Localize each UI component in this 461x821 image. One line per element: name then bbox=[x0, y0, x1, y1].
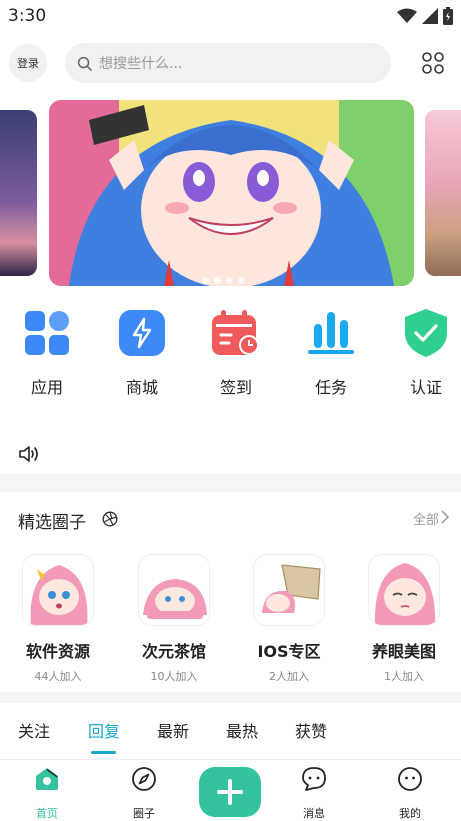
quick-action-label: 商城 bbox=[125, 378, 158, 397]
wifi-icon bbox=[397, 8, 417, 23]
shield-check-icon bbox=[405, 309, 447, 357]
chat-icon bbox=[302, 767, 326, 791]
featured-circles: 精选圈子 全部 软件资源 44人加入 次元茶馆 10人加入 IOS专区 2人加入… bbox=[0, 492, 461, 692]
create-post-button[interactable] bbox=[199, 767, 261, 817]
nav-label: 首页 bbox=[36, 807, 58, 820]
quick-action-store[interactable]: 商城 bbox=[107, 308, 177, 398]
carousel-dot bbox=[226, 277, 233, 284]
quick-action-apps[interactable]: 应用 bbox=[12, 308, 82, 398]
section-title: 精选圈子 bbox=[18, 513, 86, 533]
circle-name: 次元茶馆 bbox=[141, 642, 206, 661]
nav-home[interactable]: 首页 bbox=[17, 766, 77, 821]
status-bar: 3:30 bbox=[0, 0, 461, 32]
nav-messages[interactable]: 消息 bbox=[284, 766, 344, 821]
see-all-link[interactable]: 全部 bbox=[413, 509, 439, 528]
search-placeholder: 想搜些什么... bbox=[99, 56, 183, 72]
signal-icon bbox=[422, 8, 438, 24]
circle-member-count: 10人加入 bbox=[150, 670, 198, 683]
nav-circles[interactable]: 圈子 bbox=[114, 766, 174, 821]
circle-member-count: 44人加入 bbox=[34, 670, 82, 683]
quick-action-label: 签到 bbox=[219, 378, 252, 397]
compass-icon bbox=[132, 767, 156, 791]
home-icon bbox=[36, 768, 58, 790]
nav-label: 圈子 bbox=[133, 807, 155, 820]
quick-action-verify[interactable]: 认证 bbox=[391, 308, 461, 398]
carousel-dot-active bbox=[214, 277, 221, 284]
quick-action-checkin[interactable]: 签到 bbox=[201, 308, 271, 398]
active-tab-indicator bbox=[91, 751, 116, 754]
aperture-icon bbox=[102, 511, 118, 527]
nav-label: 消息 bbox=[303, 807, 325, 820]
circle-name: 软件资源 bbox=[25, 642, 90, 661]
circle-card[interactable]: IOS专区 2人加入 bbox=[244, 554, 334, 684]
top-bar: 登录 想搜些什么... bbox=[0, 32, 461, 94]
quick-action-tasks[interactable]: 任务 bbox=[296, 308, 366, 398]
circle-name: IOS专区 bbox=[257, 642, 321, 661]
search-icon bbox=[77, 56, 92, 71]
banner-image[interactable] bbox=[49, 100, 414, 286]
tab-following[interactable]: 关注 bbox=[18, 718, 50, 742]
battery-icon bbox=[443, 7, 453, 25]
lightning-icon bbox=[119, 310, 165, 356]
quick-actions: 应用 商城 签到 任务 认证 bbox=[0, 294, 461, 474]
circle-card[interactable]: 软件资源 44人加入 bbox=[13, 554, 103, 684]
carousel-dot bbox=[202, 277, 209, 284]
quick-action-label: 应用 bbox=[30, 378, 63, 397]
nav-profile[interactable]: 我的 bbox=[380, 766, 440, 821]
speaker-icon[interactable] bbox=[18, 444, 40, 464]
circle-member-count: 2人加入 bbox=[269, 670, 309, 683]
tab-liked[interactable]: 获赞 bbox=[295, 718, 327, 742]
profile-icon bbox=[398, 767, 422, 791]
calendar-clock-icon bbox=[212, 310, 259, 355]
banner-carousel[interactable] bbox=[0, 94, 461, 294]
tab-replies[interactable]: 回复 bbox=[88, 718, 120, 742]
feed-tabs: 关注 回复 最新 最热 获赞 bbox=[0, 703, 461, 759]
carousel-dot bbox=[238, 277, 245, 284]
quick-action-label: 任务 bbox=[314, 378, 347, 397]
search-bar[interactable]: 想搜些什么... bbox=[65, 43, 391, 83]
nav-label: 我的 bbox=[399, 807, 421, 820]
carousel-indicator bbox=[202, 277, 245, 284]
circle-avatar bbox=[138, 554, 210, 626]
circle-name: 养眼美图 bbox=[371, 642, 436, 661]
apps-grid-icon[interactable] bbox=[421, 51, 445, 75]
banner-prev-image[interactable] bbox=[0, 110, 37, 276]
banner-next-image[interactable] bbox=[425, 110, 461, 276]
login-button[interactable]: 登录 bbox=[9, 44, 47, 82]
circle-card[interactable]: 次元茶馆 10人加入 bbox=[129, 554, 219, 684]
circle-avatar bbox=[22, 554, 94, 626]
tab-hottest[interactable]: 最热 bbox=[226, 718, 258, 742]
tab-latest[interactable]: 最新 bbox=[157, 718, 189, 742]
bottom-nav: 首页 圈子 消息 我的 bbox=[0, 759, 461, 821]
circle-member-count: 1人加入 bbox=[384, 670, 424, 683]
plus-icon bbox=[217, 779, 243, 805]
status-icons bbox=[397, 7, 453, 25]
circle-card[interactable]: 养眼美图 1人加入 bbox=[359, 554, 449, 684]
bar-chart-icon bbox=[308, 312, 354, 354]
chevron-right-icon[interactable] bbox=[440, 510, 450, 524]
status-time: 3:30 bbox=[8, 6, 47, 26]
circle-avatar bbox=[368, 554, 440, 626]
circle-avatar bbox=[253, 554, 325, 626]
quick-action-label: 认证 bbox=[409, 378, 442, 397]
apps-grid-icon bbox=[25, 311, 69, 355]
